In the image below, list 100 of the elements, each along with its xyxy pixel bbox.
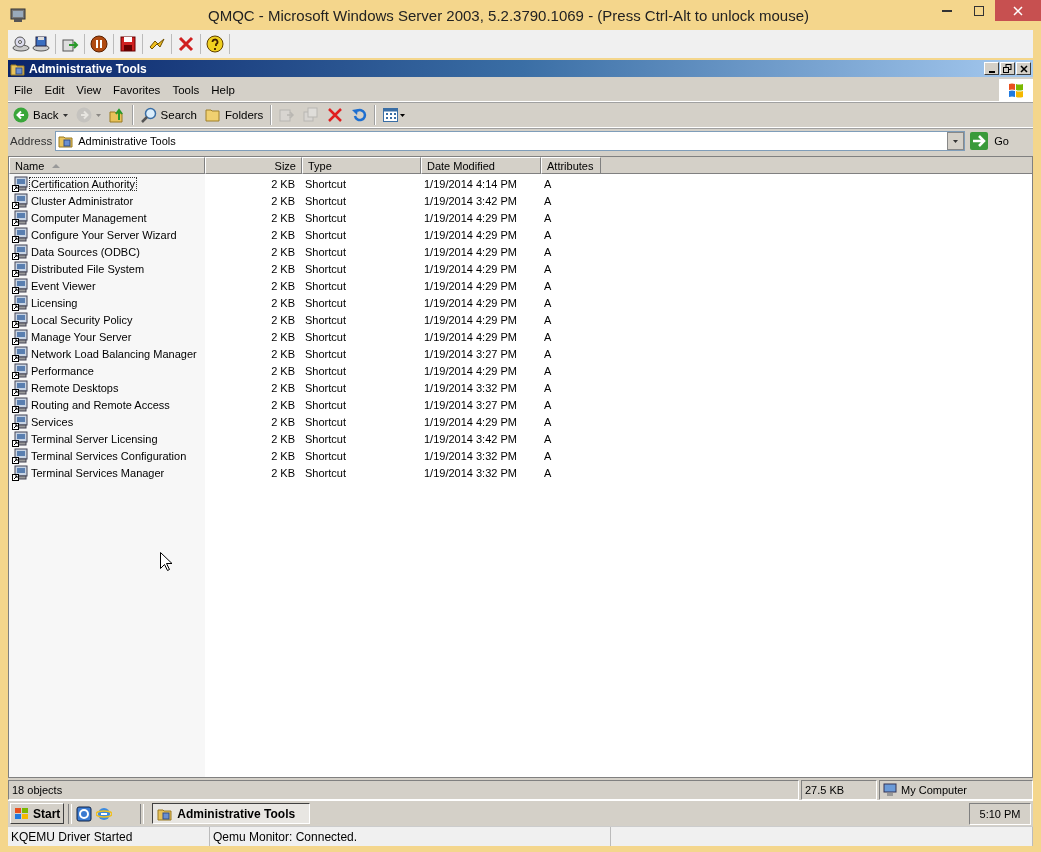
date-modified: 1/19/2014 3:42 PM (423, 432, 518, 445)
file-name[interactable]: Cluster Administrator (29, 193, 136, 208)
menu-item[interactable]: Help (205, 84, 241, 96)
date-modified: 1/19/2014 3:27 PM (423, 347, 518, 360)
file-attributes: A (543, 466, 553, 479)
date-modified: 1/19/2014 4:29 PM (423, 262, 518, 275)
column-header[interactable]: Name (9, 157, 205, 174)
file-size: 2 KB (270, 364, 296, 377)
file-size: 2 KB (270, 398, 296, 411)
file-name[interactable]: Services (29, 414, 76, 429)
minimize-button[interactable] (984, 62, 999, 75)
folders-button[interactable]: Folders (202, 106, 267, 124)
file-attributes: A (543, 211, 553, 224)
date-modified: 1/19/2014 4:29 PM (423, 330, 518, 343)
date-modified: 1/19/2014 4:29 PM (423, 279, 518, 292)
file-name[interactable]: Licensing (29, 295, 80, 310)
file-name[interactable]: Distributed File System (29, 261, 147, 276)
folder-icon (157, 806, 174, 821)
admin-tool-shortcut-icon (12, 294, 28, 311)
file-attributes: A (543, 330, 553, 343)
pause-icon[interactable] (90, 35, 108, 53)
file-name[interactable]: Network Load Balancing Manager (29, 346, 199, 361)
date-modified: 1/19/2014 4:29 PM (423, 245, 518, 258)
menu-item[interactable]: Favorites (107, 84, 167, 96)
search-button[interactable]: Search (137, 105, 200, 125)
explorer-title: Administrative Tools (29, 61, 147, 76)
search-icon (140, 107, 157, 123)
admin-tool-shortcut-icon (12, 430, 28, 447)
file-name[interactable]: Computer Management (29, 210, 149, 225)
admin-tool-shortcut-icon (12, 226, 28, 243)
back-button[interactable]: Back (10, 105, 71, 125)
floppy-drive-icon[interactable] (32, 35, 50, 53)
file-type: Shortcut (304, 381, 347, 394)
close-icon (1013, 5, 1023, 16)
file-name[interactable]: Remote Desktops (29, 380, 121, 395)
menu-item[interactable]: View (70, 84, 108, 96)
admin-tool-shortcut-icon (12, 447, 28, 464)
file-type: Shortcut (304, 364, 347, 377)
go-button[interactable]: Go (968, 132, 1031, 150)
status-zone: My Computer (901, 784, 968, 796)
date-modified: 1/19/2014 3:42 PM (423, 194, 518, 207)
column-header[interactable]: Attributes (541, 157, 601, 174)
date-modified: 1/19/2014 3:27 PM (423, 398, 518, 411)
address-label: Address (10, 135, 53, 147)
file-attributes: A (543, 313, 553, 326)
file-size: 2 KB (270, 381, 296, 394)
file-type: Shortcut (304, 211, 347, 224)
column-header[interactable]: Type (302, 157, 421, 174)
menu-item[interactable]: Edit (38, 84, 71, 96)
date-modified: 1/19/2014 4:29 PM (423, 313, 518, 326)
close-button[interactable] (1016, 62, 1031, 75)
file-name[interactable]: Performance (29, 363, 96, 378)
restore-button[interactable] (1000, 62, 1015, 75)
file-name[interactable]: Configure Your Server Wizard (29, 227, 179, 242)
admin-tool-shortcut-icon (12, 175, 28, 192)
start-button[interactable]: Start (10, 803, 65, 824)
folder-up-icon (108, 107, 125, 123)
date-modified: 1/19/2014 3:32 PM (423, 381, 518, 394)
file-attributes: A (543, 415, 553, 428)
save-icon[interactable] (119, 35, 137, 53)
menu-item[interactable]: Tools (166, 84, 206, 96)
help-icon[interactable] (206, 35, 224, 53)
file-type: Shortcut (304, 296, 347, 309)
cd-drive-icon[interactable] (12, 35, 30, 53)
status-size: 27.5 KB (801, 780, 877, 800)
mouse-cursor-icon (160, 552, 172, 571)
close-icon (1019, 64, 1028, 73)
desktop-shortcut-icon[interactable] (76, 805, 93, 822)
file-name[interactable]: Data Sources (ODBC) (29, 244, 142, 259)
dropdown-button[interactable] (947, 132, 965, 150)
file-size: 2 KB (270, 245, 296, 258)
file-name[interactable]: Event Viewer (29, 278, 98, 293)
file-size: 2 KB (270, 228, 296, 241)
folder-icon (205, 108, 221, 122)
windows-flag-icon (1007, 81, 1025, 99)
browser-icon[interactable] (96, 805, 113, 822)
file-name[interactable]: Terminal Services Configuration (29, 448, 189, 463)
delete-icon (327, 107, 344, 123)
menu-item[interactable]: File (8, 84, 39, 96)
column-header[interactable]: Date Modified (421, 157, 541, 174)
file-name[interactable]: Manage Your Server (29, 329, 134, 344)
file-attributes: A (543, 245, 553, 258)
file-name[interactable]: Terminal Services Manager (29, 465, 167, 480)
file-size: 2 KB (270, 296, 296, 309)
file-name[interactable]: Routing and Remote Access (29, 397, 172, 412)
address-field[interactable]: Administrative Tools (55, 131, 966, 151)
taskbar-button[interactable]: Administrative Tools (152, 803, 311, 824)
file-name[interactable]: Certification Authority (29, 176, 137, 191)
file-size: 2 KB (270, 415, 296, 428)
file-name[interactable]: Terminal Server Licensing (29, 431, 160, 446)
file-type: Shortcut (304, 398, 347, 411)
file-attributes: A (543, 279, 553, 292)
column-header[interactable]: Size (205, 157, 302, 174)
admin-tool-shortcut-icon (12, 260, 28, 277)
admin-tool-shortcut-icon (12, 311, 28, 328)
undo-icon (351, 107, 368, 123)
admin-tool-shortcut-icon (12, 328, 28, 345)
stop-icon[interactable] (177, 35, 195, 53)
file-name[interactable]: Local Security Policy (29, 312, 135, 327)
file-type: Shortcut (304, 466, 347, 479)
